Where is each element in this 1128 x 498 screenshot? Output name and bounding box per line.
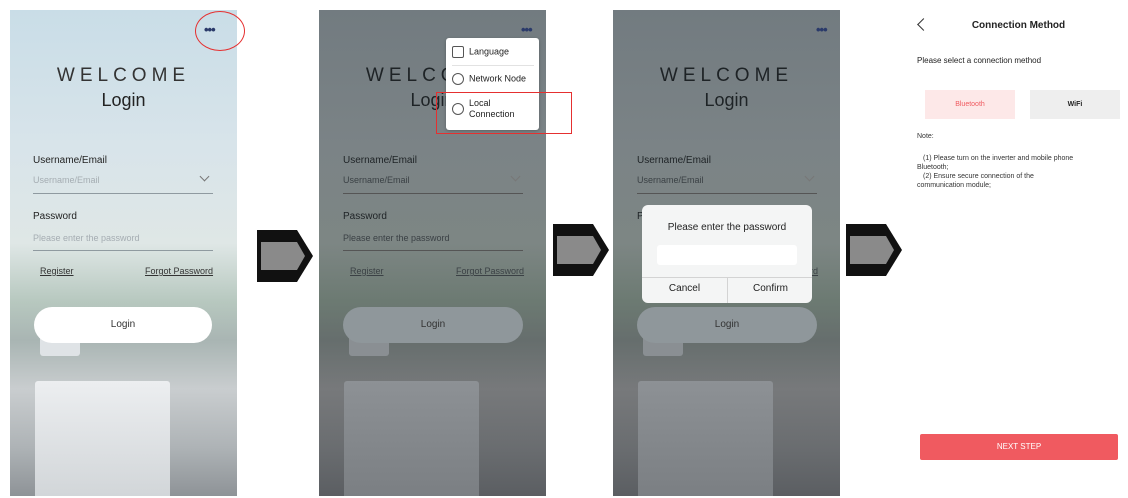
welcome-heading: WELCOME — [659, 65, 794, 86]
forgot-password-link[interactable]: Forgot Password — [145, 266, 213, 276]
password-dialog: Please enter the password Cancel Confirm — [642, 205, 812, 303]
login-screen-3: ••• WELCOME Login Username/Email Usernam… — [613, 10, 840, 496]
register-link[interactable]: Register — [350, 266, 384, 276]
connection-instruction: Please select a connection method — [917, 56, 1042, 65]
username-underline — [343, 193, 523, 194]
username-underline — [637, 193, 817, 194]
dialog-title: Please enter the password — [667, 222, 787, 233]
menu-item-language[interactable]: Language — [452, 46, 509, 58]
more-menu-icon[interactable]: ••• — [816, 22, 828, 37]
forgot-password-link[interactable]: Forgot Password — [456, 266, 524, 276]
note-line-4: communication module; — [917, 182, 991, 189]
username-label: Username/Email — [33, 155, 107, 166]
username-label: Username/Email — [637, 155, 711, 166]
arrow-inner — [850, 236, 894, 264]
arrow-inner — [557, 236, 601, 264]
login-button[interactable]: Login — [34, 307, 212, 343]
page-title: Connection Method — [971, 20, 1066, 31]
next-step-arrow-icon — [846, 224, 902, 276]
login-screen-1: ••• WELCOME Login Username/Email Usernam… — [10, 10, 237, 496]
username-input[interactable]: Username/Email — [33, 175, 100, 185]
background-house-image — [638, 381, 773, 496]
password-input[interactable]: Please enter the password — [33, 233, 140, 243]
login-button[interactable]: Login — [637, 307, 817, 343]
password-underline — [33, 250, 213, 251]
login-button[interactable]: Login — [343, 307, 523, 343]
login-title: Login — [704, 90, 749, 110]
next-step-arrow-icon — [553, 224, 609, 276]
note-line-2: Bluetooth; — [917, 164, 949, 171]
password-label: Password — [33, 211, 77, 222]
menu-item-network-node[interactable]: Network Node — [452, 73, 526, 85]
password-input[interactable]: Please enter the password — [343, 233, 450, 243]
username-input[interactable]: Username/Email — [343, 175, 410, 185]
menu-highlight-circle — [195, 11, 245, 51]
language-icon — [452, 46, 464, 58]
background-house-image — [344, 381, 479, 496]
password-label: Password — [343, 211, 387, 222]
chevron-down-icon[interactable] — [199, 171, 210, 182]
register-link[interactable]: Register — [40, 266, 74, 276]
cancel-button[interactable]: Cancel — [642, 283, 727, 294]
note-line-3: (2) Ensure secure connection of the — [923, 173, 1034, 180]
menu-divider — [452, 65, 534, 66]
login-screen-2: ••• WELCOME Login Username/Email Usernam… — [319, 10, 546, 496]
menu-item-label: Network Node — [469, 73, 527, 84]
more-menu-icon[interactable]: ••• — [521, 22, 533, 37]
arrow-inner — [261, 242, 305, 270]
next-step-arrow-icon — [257, 230, 313, 282]
connection-method-screen: Connection Method Please select a connec… — [911, 10, 1126, 490]
globe-icon — [452, 73, 464, 85]
menu-item-label: Language — [469, 46, 510, 57]
login-title: Login — [101, 90, 146, 110]
dialog-password-input[interactable] — [657, 245, 797, 265]
welcome-heading: WELCOME — [56, 65, 191, 86]
confirm-button[interactable]: Confirm — [728, 283, 813, 294]
note-title: Note: — [917, 133, 934, 140]
chevron-down-icon[interactable] — [804, 171, 815, 182]
next-step-button[interactable]: NEXT STEP — [920, 434, 1118, 460]
username-input[interactable]: Username/Email — [637, 175, 704, 185]
tab-wifi[interactable]: WiFi — [1030, 90, 1120, 119]
chevron-down-icon[interactable] — [510, 171, 521, 182]
local-connection-highlight-box — [436, 92, 572, 134]
password-underline — [343, 250, 523, 251]
background-house-image — [35, 381, 170, 496]
username-underline — [33, 193, 213, 194]
note-line-1: (1) Please turn on the inverter and mobi… — [923, 155, 1074, 162]
tab-bluetooth[interactable]: Bluetooth — [925, 90, 1015, 119]
username-label: Username/Email — [343, 155, 417, 166]
